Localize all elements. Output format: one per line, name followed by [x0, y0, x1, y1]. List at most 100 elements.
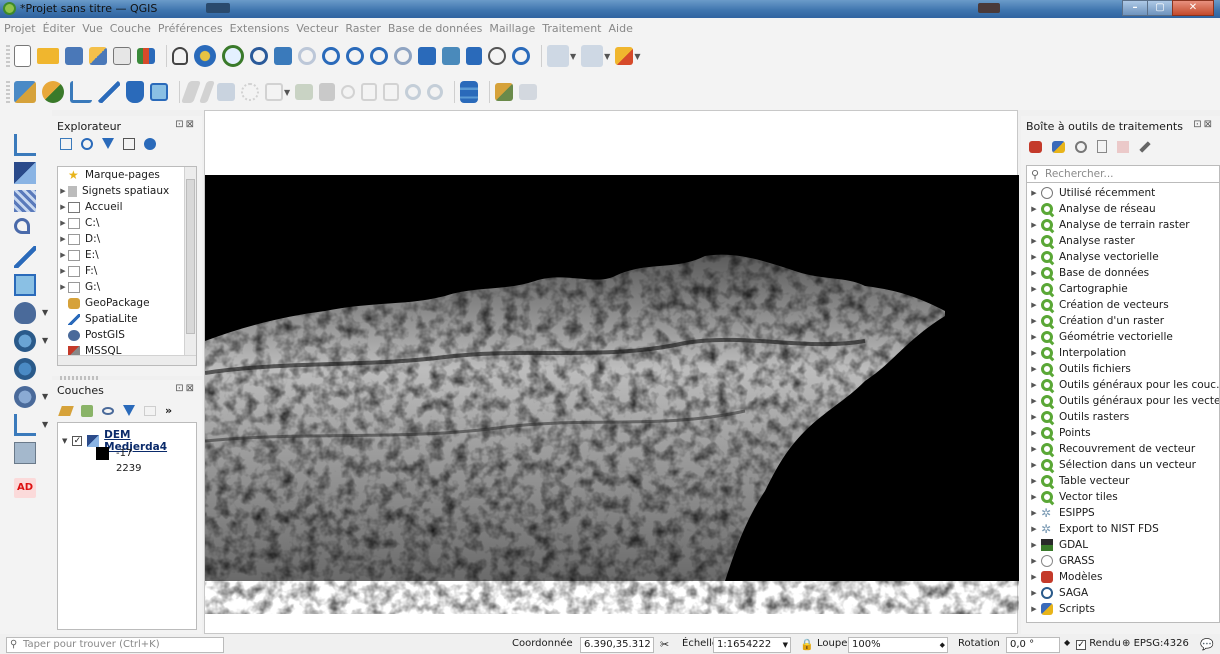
new-map-view-icon[interactable]	[418, 47, 436, 65]
minimize-button[interactable]: –	[1122, 0, 1148, 16]
undo-icon[interactable]	[405, 84, 422, 100]
coordinate-field[interactable]: 6.390,35.312	[580, 637, 654, 653]
scripts-icon[interactable]	[1052, 140, 1065, 153]
menu-vecteur[interactable]: Vecteur	[296, 22, 338, 35]
attributes-table-icon[interactable]	[547, 45, 569, 67]
zoom-layer-icon[interactable]	[322, 47, 340, 65]
filter-expression-icon[interactable]	[144, 405, 156, 416]
bookmark-add-icon[interactable]	[466, 47, 482, 65]
layer-visibility-checkbox[interactable]: ✓	[72, 436, 83, 446]
open-project-icon[interactable]	[37, 48, 59, 64]
save-project-icon[interactable]	[65, 47, 83, 65]
render-checkbox[interactable]: ✓	[1076, 640, 1086, 650]
new-spatialite-icon[interactable]	[98, 81, 120, 103]
style-layer-icon[interactable]	[58, 405, 74, 416]
save-as-icon[interactable]	[89, 47, 107, 65]
browser-scrollbar[interactable]	[184, 167, 196, 357]
toolbox-item[interactable]: ▶ Géométrie vectorielle	[1027, 329, 1173, 345]
temporal-controller-icon[interactable]	[488, 47, 506, 65]
toggle-extents-icon[interactable]: ✂	[660, 638, 669, 651]
toolbox-item[interactable]: ▶ SAGA	[1027, 585, 1088, 601]
toolbox-item[interactable]: ▶ Base de données	[1027, 265, 1149, 281]
menu-vue[interactable]: Vue	[82, 22, 103, 35]
scale-combobox[interactable]: 1:1654222 ▼	[713, 637, 791, 653]
tree-item[interactable]: SpatiaLite	[58, 311, 138, 327]
tree-item[interactable]: GeoPackage	[58, 295, 150, 311]
tree-item[interactable]: ▶ F:\	[58, 263, 97, 279]
tree-item[interactable]: ▶ E:\	[58, 247, 98, 263]
add-mesh-layer-icon[interactable]	[14, 190, 36, 212]
toolbox-item[interactable]: ▶ Analyse raster	[1027, 233, 1135, 249]
new-geopackage-icon[interactable]	[126, 81, 144, 103]
toolbox-item[interactable]: ▶ Outils rasters	[1027, 409, 1129, 425]
map-canvas[interactable]	[204, 110, 1019, 634]
panel-float-close-icon[interactable]: ⊡⊠	[175, 119, 196, 130]
messages-icon[interactable]: 💬	[1200, 638, 1214, 651]
toolbox-search-input[interactable]: ⚲ Rechercher...	[1026, 165, 1220, 183]
menu-aide[interactable]: Aide	[609, 22, 633, 35]
toolbox-item[interactable]: ▶ Analyse de terrain raster	[1027, 217, 1190, 233]
edit-features-in-place-icon[interactable]	[1117, 140, 1129, 153]
add-postgis-icon[interactable]	[14, 302, 36, 324]
zoom-next-icon[interactable]	[394, 47, 412, 65]
paste-features-icon[interactable]	[383, 83, 400, 101]
panel-float-close-icon[interactable]: ⊡⊠	[175, 383, 196, 394]
toolbox-item[interactable]: ▶ Analyse vectorielle	[1027, 249, 1159, 265]
collapse-all-icon[interactable]	[123, 138, 135, 150]
crs-button[interactable]: ⊕ EPSG:4326	[1122, 638, 1189, 649]
toolbox-item[interactable]: ▶ Interpolation	[1027, 345, 1126, 361]
toolbox-item[interactable]: ▶ GRASS	[1027, 553, 1095, 569]
add-wfs-layer-icon[interactable]	[14, 442, 36, 464]
menu-base-de-donnees[interactable]: Base de données	[388, 22, 482, 35]
results-icon[interactable]	[1097, 140, 1107, 153]
magnifier-spinbox[interactable]: 100% ◆	[848, 637, 948, 653]
new-shapefile-icon[interactable]	[14, 414, 36, 436]
tree-item[interactable]: ▶ C:\	[58, 215, 99, 231]
toolbox-item[interactable]: ▶ Scripts	[1027, 601, 1095, 617]
tree-item[interactable]: ▶ Accueil	[58, 199, 122, 215]
menu-couche[interactable]: Couche	[110, 22, 151, 35]
delete-selected-icon[interactable]	[319, 83, 336, 101]
new-3d-view-icon[interactable]	[442, 47, 460, 65]
menu-maillage[interactable]: Maillage	[489, 22, 535, 35]
add-spatialite-icon[interactable]	[14, 246, 36, 268]
style-manager-icon[interactable]	[137, 48, 155, 64]
add-wcs-icon[interactable]	[14, 386, 36, 408]
history-icon[interactable]	[1075, 140, 1087, 153]
new-project-icon[interactable]	[14, 45, 31, 67]
zoom-selection-icon[interactable]	[298, 47, 316, 65]
toolbox-item[interactable]: ▶ Outils fichiers	[1027, 361, 1131, 377]
add-vector-layer-icon[interactable]	[14, 134, 36, 156]
refresh-icon[interactable]	[512, 47, 530, 65]
pan-to-selection-icon[interactable]	[194, 45, 216, 67]
modify-attributes-icon[interactable]	[295, 84, 314, 100]
save-edits-icon[interactable]	[217, 83, 235, 101]
menu-traitement[interactable]: Traitement	[542, 22, 601, 35]
refresh-icon[interactable]	[81, 138, 93, 150]
new-virtual-layer-icon[interactable]	[150, 83, 168, 101]
tree-item[interactable]: ★ Marque-pages	[58, 167, 160, 183]
toolbox-item[interactable]: ▶ Modèles	[1027, 569, 1102, 585]
toolbox-item[interactable]: ▶ Utilisé récemment	[1027, 185, 1155, 201]
pan-hand-icon[interactable]	[172, 47, 188, 65]
menu-projet[interactable]: Projet	[4, 22, 36, 35]
filter-icon[interactable]	[102, 138, 114, 149]
copy-features-icon[interactable]	[361, 83, 378, 101]
menu-raster[interactable]: Raster	[345, 22, 380, 35]
zoom-full-icon[interactable]	[274, 47, 292, 65]
render-checkbox-wrap[interactable]: ✓ Rendu	[1076, 638, 1121, 650]
menu-preferences[interactable]: Préférences	[158, 22, 223, 35]
add-wms-icon[interactable]	[14, 330, 36, 352]
tree-item[interactable]: ▶ Signets spatiaux	[58, 183, 169, 199]
toolbox-item[interactable]: ▶ Outils généraux pour les couc...	[1027, 377, 1219, 393]
add-group-icon[interactable]	[81, 404, 93, 417]
decorations-icon[interactable]	[615, 47, 634, 65]
add-delimited-text-icon[interactable]	[14, 218, 30, 234]
maximize-button[interactable]: ▢	[1147, 0, 1173, 16]
print-layout-icon[interactable]	[113, 47, 131, 65]
toolbox-item[interactable]: ▶ Vector tiles	[1027, 489, 1118, 505]
tree-item[interactable]: ▶ D:\	[58, 231, 100, 247]
rotation-spinbox[interactable]: 0,0 °	[1006, 637, 1060, 653]
add-point-icon[interactable]	[241, 83, 259, 101]
field-calculator-icon[interactable]	[581, 45, 604, 67]
